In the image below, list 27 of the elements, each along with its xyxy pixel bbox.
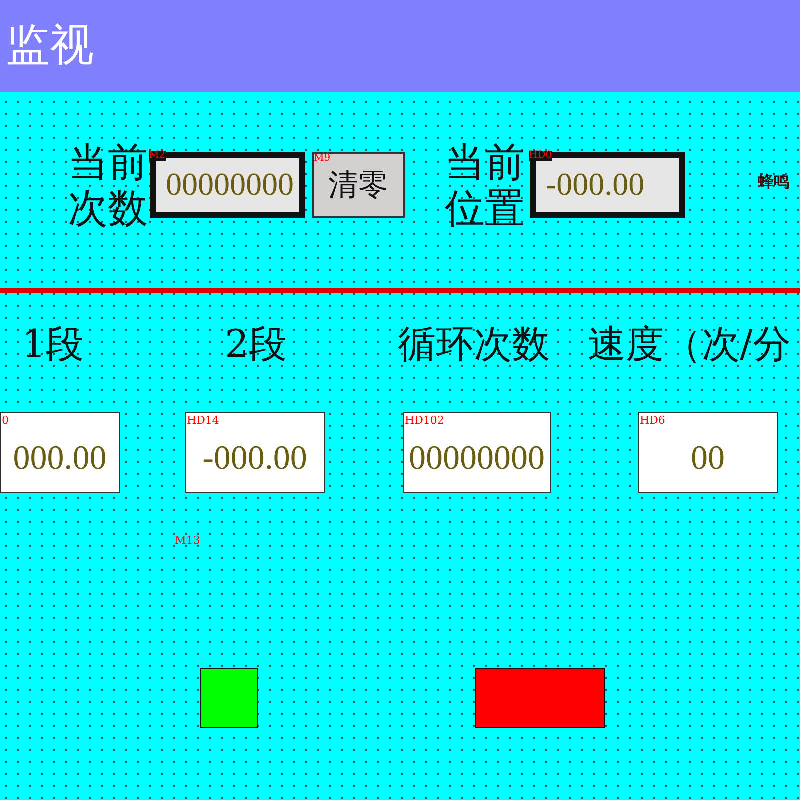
numeric-input[interactable]: -000.00 HD14 [185,412,325,493]
numeric-input[interactable]: 00000000 HD102 [403,412,551,493]
tag-label: M2 [149,151,166,161]
input-value: 000.00 [13,442,107,476]
tag-label: HD0 [529,151,552,161]
tag-label: HD102 [405,415,444,426]
numeric-input[interactable]: 000.00 0 [0,412,120,493]
buzzer-label: 蜂鸣 [758,171,790,193]
display-value: 00000000 [166,168,294,200]
input-value: 00000000 [409,442,545,476]
window-title: 监视 [6,24,94,68]
tag-label: 0 [2,415,9,426]
tag-label: HD6 [640,415,666,426]
column-label: 1段 [22,325,84,363]
column-label: 速度（次/分 [588,325,791,363]
column-label: 2段 [225,325,288,363]
column-label: 循环次数 [398,325,550,363]
numeric-input[interactable]: 00 HD6 [638,412,778,493]
input-value: 00 [691,442,725,476]
tag-label: M13 [175,535,200,546]
indicator-lamp[interactable] [200,668,258,728]
tag-label: HD14 [187,415,220,426]
display-value: -000.00 [546,168,645,200]
tag-label: M9 [314,154,331,164]
input-value: -000.00 [202,442,308,476]
field-label: 当前 位置 [445,140,525,232]
field-label: 当前 次数 [68,140,148,232]
